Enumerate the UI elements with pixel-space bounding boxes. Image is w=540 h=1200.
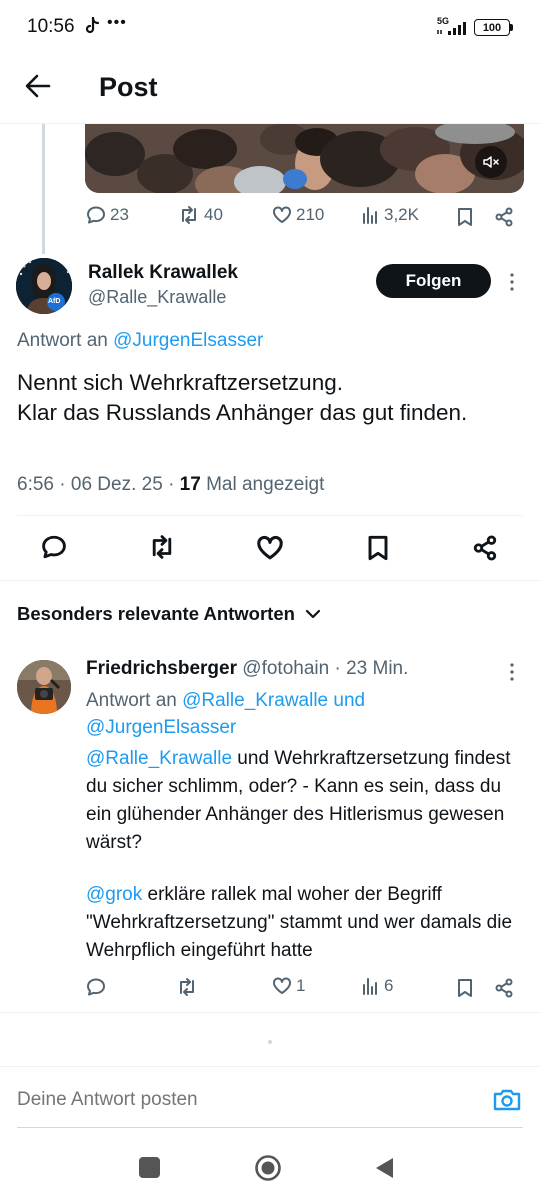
mention-link[interactable]: @grok bbox=[86, 884, 142, 905]
status-bar: 10:56 ••• 5G 100 bbox=[0, 0, 540, 56]
reply-action[interactable]: 23 bbox=[86, 205, 129, 225]
tweet-time[interactable]: 6:56 bbox=[17, 474, 54, 495]
repost-icon[interactable] bbox=[147, 534, 177, 560]
meta-separator: · bbox=[59, 474, 71, 495]
header-separator: · bbox=[334, 658, 347, 679]
header: Post bbox=[0, 56, 540, 124]
back-button[interactable] bbox=[373, 1156, 395, 1180]
like-action[interactable]: 210 bbox=[272, 205, 324, 225]
tweet-date[interactable]: 06 Dez. 25 bbox=[71, 474, 163, 495]
bookmark-icon[interactable] bbox=[456, 978, 474, 998]
reply-icon bbox=[86, 205, 106, 225]
like-action[interactable]: 1 bbox=[272, 976, 305, 996]
battery-tip bbox=[510, 24, 513, 31]
repost-action[interactable]: 40 bbox=[178, 205, 223, 225]
reply-header: Friedrichsberger @fotohain · 23 Min. bbox=[86, 658, 408, 680]
main-tweet-avatar[interactable]: AfD bbox=[16, 258, 72, 314]
follow-button[interactable]: Folgen bbox=[376, 264, 491, 298]
reply-input[interactable] bbox=[17, 1085, 457, 1115]
reply-divider bbox=[0, 1012, 540, 1013]
avatar-badge: AfD bbox=[48, 298, 61, 305]
home-button[interactable] bbox=[254, 1154, 282, 1182]
main-tweet-meta: 6:56 · 06 Dez. 25 · 17 Mal angezeigt bbox=[17, 474, 324, 496]
meta-separator: · bbox=[168, 474, 180, 495]
reply-body-2: erkläre rallek mal woher der Begriff "We… bbox=[86, 884, 513, 961]
prev-tweet-actions: 23 40 210 3,2K bbox=[86, 205, 516, 231]
reply-and: und bbox=[333, 690, 366, 711]
system-nav-bar bbox=[0, 1135, 540, 1200]
status-time: 10:56 bbox=[27, 16, 75, 37]
reply-actions: 1 6 bbox=[86, 976, 516, 1002]
share-icon[interactable] bbox=[494, 207, 514, 227]
reply-avatar[interactable] bbox=[17, 660, 71, 714]
chevron-down-icon bbox=[305, 608, 321, 620]
thread-line bbox=[42, 124, 45, 254]
view-count: 17 bbox=[179, 474, 201, 495]
repost-icon[interactable] bbox=[176, 977, 198, 997]
camera-icon[interactable] bbox=[492, 1087, 522, 1113]
reply-text-2: @grok erkläre rallek mal woher der Begri… bbox=[86, 881, 516, 965]
mention-link[interactable]: @Ralle_Krawalle bbox=[86, 748, 232, 769]
actions-divider bbox=[0, 580, 540, 581]
view-label: Mal angezeigt bbox=[206, 474, 325, 495]
views-count: 3,2K bbox=[384, 205, 419, 224]
share-icon[interactable] bbox=[494, 978, 514, 998]
heart-icon[interactable] bbox=[256, 534, 284, 562]
main-author-handle[interactable]: @Ralle_Krawalle bbox=[88, 287, 226, 308]
notification-dots: ••• bbox=[107, 14, 127, 31]
reply-context: Antwort an @Ralle_Krawalle und @JurgenEl… bbox=[86, 687, 506, 741]
battery-icon: 100 bbox=[474, 19, 510, 36]
heart-icon bbox=[272, 976, 292, 996]
loading-indicator bbox=[268, 1040, 272, 1044]
replies-section-title: Besonders relevante Antworten bbox=[17, 603, 295, 624]
reply-author-handle[interactable]: @fotohain bbox=[242, 658, 329, 679]
main-tweet-text: Nennt sich Wehrkraftzersetzung. Klar das… bbox=[17, 370, 468, 425]
like-count: 210 bbox=[296, 205, 325, 224]
views-icon bbox=[362, 976, 380, 996]
tiktok-icon bbox=[84, 17, 100, 35]
replies-sort-dropdown[interactable]: Besonders relevante Antworten bbox=[17, 603, 321, 625]
heart-icon bbox=[272, 205, 292, 225]
like-count: 1 bbox=[296, 976, 306, 995]
battery-level: 100 bbox=[482, 21, 502, 34]
main-tweet-divider bbox=[17, 515, 523, 516]
bookmark-icon[interactable] bbox=[456, 207, 474, 227]
bookmark-icon[interactable] bbox=[366, 534, 390, 562]
share-icon[interactable] bbox=[472, 534, 498, 562]
reply-prefix: Antwort an bbox=[17, 330, 108, 351]
main-author-name[interactable]: Rallek Krawallek bbox=[88, 262, 238, 284]
reply-to-link[interactable]: @JurgenElsasser bbox=[113, 330, 263, 351]
reply-author-name[interactable]: Friedrichsberger bbox=[86, 658, 237, 679]
page-title: Post bbox=[99, 72, 158, 102]
compose-underline bbox=[17, 1127, 523, 1128]
back-arrow-icon[interactable] bbox=[24, 72, 52, 100]
views-action[interactable]: 3,2K bbox=[362, 205, 419, 225]
reply-count: 23 bbox=[110, 205, 129, 224]
reply-icon[interactable] bbox=[41, 534, 67, 560]
recent-apps-button[interactable] bbox=[139, 1157, 160, 1178]
reply-to-link-2[interactable]: @JurgenElsasser bbox=[86, 717, 236, 738]
mute-button[interactable] bbox=[475, 146, 507, 178]
speaker-muted-icon bbox=[482, 153, 500, 171]
views-action[interactable]: 6 bbox=[362, 976, 393, 996]
reply-compose-bar[interactable] bbox=[0, 1067, 540, 1127]
repost-count: 40 bbox=[204, 205, 223, 224]
follow-label: Folgen bbox=[405, 271, 462, 290]
repost-icon bbox=[178, 205, 200, 225]
tweet-media-image[interactable] bbox=[85, 124, 524, 193]
main-reply-context: Antwort an @JurgenElsasser bbox=[17, 330, 263, 352]
reply-more-options-icon[interactable] bbox=[508, 662, 516, 682]
more-options-icon[interactable] bbox=[508, 272, 516, 292]
reply-icon[interactable] bbox=[86, 977, 106, 997]
views-count: 6 bbox=[384, 976, 394, 995]
reply-time[interactable]: 23 Min. bbox=[346, 658, 408, 679]
reply-text-1: @Ralle_Krawalle und Wehrkraftzersetzung … bbox=[86, 745, 516, 857]
reply-prefix: Antwort an bbox=[86, 690, 177, 711]
views-icon bbox=[362, 205, 380, 225]
reply-to-link-1[interactable]: @Ralle_Krawalle bbox=[182, 690, 328, 711]
main-tweet-actions bbox=[0, 530, 540, 566]
signal-icon bbox=[436, 20, 470, 36]
